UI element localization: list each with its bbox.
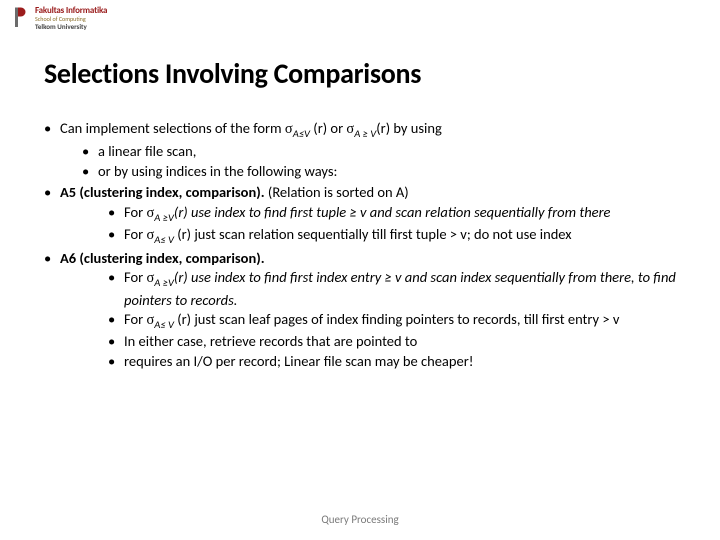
b1-suffix: (r) by using	[376, 119, 442, 137]
logo-university: Telkom University	[35, 23, 107, 30]
b2s2-post: (r) just scan relation sequentially till…	[174, 225, 572, 243]
b1-mid: (r) or	[310, 119, 346, 137]
b2s1-pre: For	[124, 203, 146, 221]
b2s2-pre: For	[124, 225, 146, 243]
b3s1-pre: For	[124, 268, 146, 286]
sigma-icon: σ	[285, 121, 293, 137]
b1-prefix: Can implement selections of the form	[60, 119, 285, 137]
logo-text: Fakultas Informatika School of Computing…	[35, 6, 107, 30]
sub-age3: A ≥V	[154, 276, 174, 289]
bullet-2: A5 (clustering index, comparison). (Rela…	[44, 183, 676, 247]
bullet-3a: For σA ≥V(r) use index to find first ind…	[108, 268, 676, 310]
bullet-3c: In either case, retrieve records that ar…	[108, 332, 676, 352]
bullet-2b: For σA≤ V (r) just scan relation sequent…	[108, 225, 676, 247]
bullet-3: A6 (clustering index, comparison). For σ…	[44, 249, 676, 371]
b3s1-post: (r) use index to find first index entry …	[124, 268, 676, 308]
bullet-list: Can implement selections of the form σA≤…	[44, 119, 676, 371]
sub-ale2: A≤ V	[154, 233, 174, 246]
b2-label: A5 (clustering index, comparison).	[60, 183, 265, 201]
bullet-3b: For σA≤ V (r) just scan leaf pages of in…	[108, 310, 676, 332]
b3s2-pre: For	[124, 310, 146, 328]
slide-content: Selections Involving Comparisons Can imp…	[0, 0, 720, 371]
logo-mark-icon	[12, 6, 30, 30]
b2s1-post: (r) use index to find first tuple ≥ v an…	[174, 203, 611, 221]
b2-tail: (Relation is sorted on A)	[265, 183, 409, 201]
footer-text: Query Processing	[0, 513, 720, 526]
slide-title: Selections Involving Comparisons	[44, 56, 676, 91]
bullet-1: Can implement selections of the form σA≤…	[44, 119, 676, 181]
sub-ale: A≤V	[293, 127, 310, 140]
bullet-1a: a linear file scan,	[82, 142, 676, 162]
sub-ale3: A≤ V	[154, 318, 174, 331]
logo-title: Fakultas Informatika	[35, 6, 107, 15]
bullet-1b: or by using indices in the following way…	[82, 162, 676, 182]
sub-age: A ≥ V	[354, 127, 376, 140]
bullet-2a: For σA ≥V(r) use index to find first tup…	[108, 203, 676, 225]
logo: Fakultas Informatika School of Computing…	[12, 6, 107, 30]
b3s2-post: (r) just scan leaf pages of index findin…	[174, 310, 620, 328]
bullet-3d: requires an I/O per record; Linear file …	[108, 352, 676, 372]
sub-age2: A ≥V	[154, 211, 174, 224]
b3-label: A6 (clustering index, comparison).	[60, 249, 265, 267]
